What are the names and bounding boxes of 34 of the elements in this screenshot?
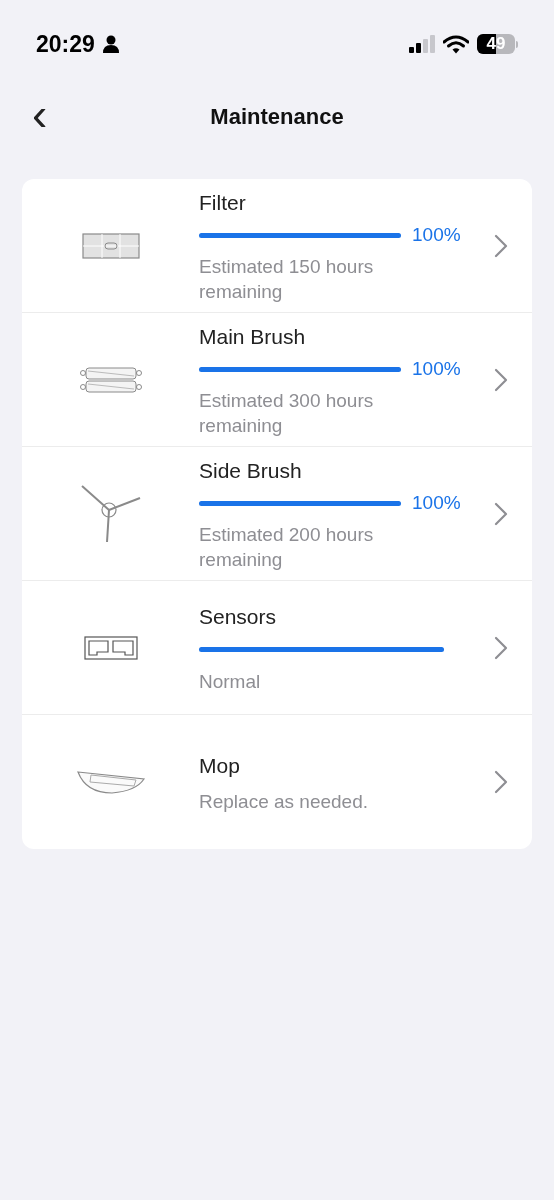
page-title: Maintenance [210, 102, 344, 131]
percent-label: 100% [412, 491, 461, 515]
mop-icon [75, 769, 146, 795]
status-text: Normal [199, 669, 262, 694]
percent-label: 100% [412, 357, 461, 381]
status-text: Estimated 300 hours remaining [199, 389, 375, 439]
back-button[interactable]: ‹ [24, 96, 56, 132]
part-name: Side Brush [199, 457, 303, 484]
percent-label: 100% [412, 223, 461, 247]
maintenance-row[interactable]: Mop Replace as needed. [22, 715, 532, 849]
maintenance-row[interactable]: Side Brush 100% Estimated 200 hours remaining [22, 447, 532, 581]
part-name: Mop [199, 752, 241, 779]
maintenance-row[interactable]: Filter 100% Estimated 150 hours remaining [22, 179, 532, 313]
part-name: Main Brush [199, 323, 307, 350]
chevron-right-icon [494, 635, 508, 660]
signal-icon [409, 35, 435, 53]
maintenance-row[interactable]: Sensors Normal [22, 581, 532, 715]
sensor-icon [83, 635, 138, 660]
chevron-right-icon [494, 367, 508, 392]
part-name: Sensors [199, 604, 278, 631]
status-text: Estimated 200 hours remaining [199, 523, 375, 573]
chevron-right-icon [494, 770, 508, 794]
side-brush-icon [79, 483, 142, 544]
roller-brush-icon [79, 366, 142, 393]
status-text: Estimated 150 hours remaining [199, 255, 375, 305]
filter-icon [81, 232, 140, 259]
chevron-right-icon [494, 501, 508, 526]
wifi-icon [443, 34, 469, 54]
part-name: Filter [199, 189, 247, 216]
chevron-right-icon [494, 233, 508, 258]
person-icon [102, 35, 119, 53]
maintenance-row[interactable]: Main Brush 100% Estimated 300 hours remaining [22, 313, 532, 447]
status-text: Replace as needed. [199, 790, 369, 815]
clock-time: 20:29 [36, 29, 95, 59]
